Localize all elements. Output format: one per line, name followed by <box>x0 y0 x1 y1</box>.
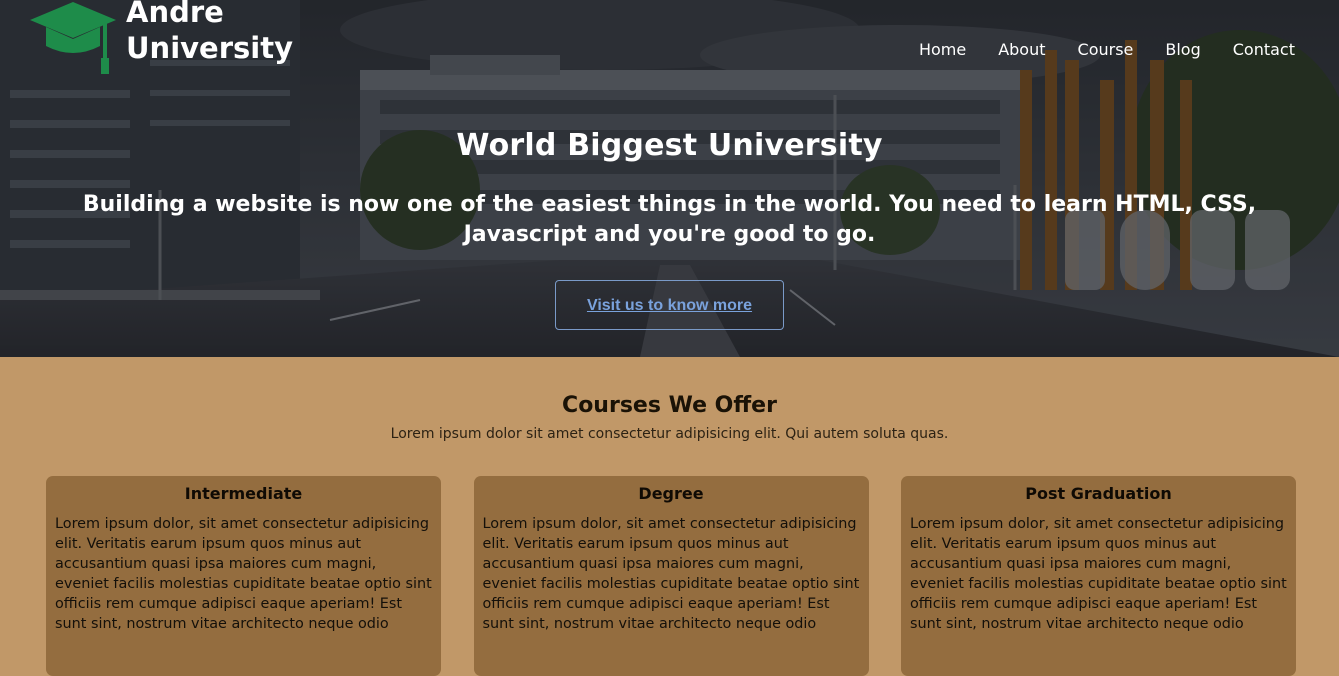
brand-name-line1: Andre <box>126 0 224 29</box>
nav-link-blog[interactable]: Blog <box>1165 40 1200 59</box>
brand-name: Andre University <box>126 0 293 66</box>
brand-name-line2: University <box>126 31 293 65</box>
courses-subtitle: Lorem ipsum dolor sit amet consectetur a… <box>390 426 949 442</box>
nav-links: Home About Course Blog Contact <box>887 40 1295 59</box>
visit-more-button[interactable]: Visit us to know more <box>555 280 784 330</box>
course-card-text: Lorem ipsum dolor, sit amet consectetur … <box>55 516 432 632</box>
course-card-intermediate: Intermediate Lorem ipsum dolor, sit amet… <box>46 476 441 676</box>
course-card-post-graduation: Post Graduation Lorem ipsum dolor, sit a… <box>901 476 1296 676</box>
course-cards: Intermediate Lorem ipsum dolor, sit amet… <box>46 476 1296 676</box>
courses-title: Courses We Offer <box>562 393 777 418</box>
course-card-text: Lorem ipsum dolor, sit amet consectetur … <box>482 516 860 632</box>
course-card-text: Lorem ipsum dolor, sit amet consectetur … <box>910 516 1287 632</box>
hero-subtitle: Building a website is now one of the eas… <box>82 192 1257 247</box>
hero-title: World Biggest University <box>456 128 883 163</box>
navbar: Andre University Home About Course Blog … <box>0 0 1339 80</box>
course-card-title: Degree <box>638 484 704 503</box>
course-card-degree: Degree Lorem ipsum dolor, sit amet conse… <box>473 476 869 676</box>
graduation-cap-icon <box>28 0 118 76</box>
nav-link-course[interactable]: Course <box>1078 40 1134 59</box>
hero-content: World Biggest University Building a webs… <box>0 124 1339 330</box>
brand-logo[interactable]: Andre University <box>28 0 293 76</box>
hero-section: Andre University Home About Course Blog … <box>0 0 1339 357</box>
courses-section: Courses We Offer Lorem ipsum dolor sit a… <box>0 357 1339 676</box>
nav-link-contact[interactable]: Contact <box>1233 40 1295 59</box>
course-card-title: Intermediate <box>184 484 303 503</box>
nav-link-about[interactable]: About <box>998 40 1045 59</box>
nav-link-home[interactable]: Home <box>919 40 966 59</box>
course-card-title: Post Graduation <box>1025 484 1172 503</box>
